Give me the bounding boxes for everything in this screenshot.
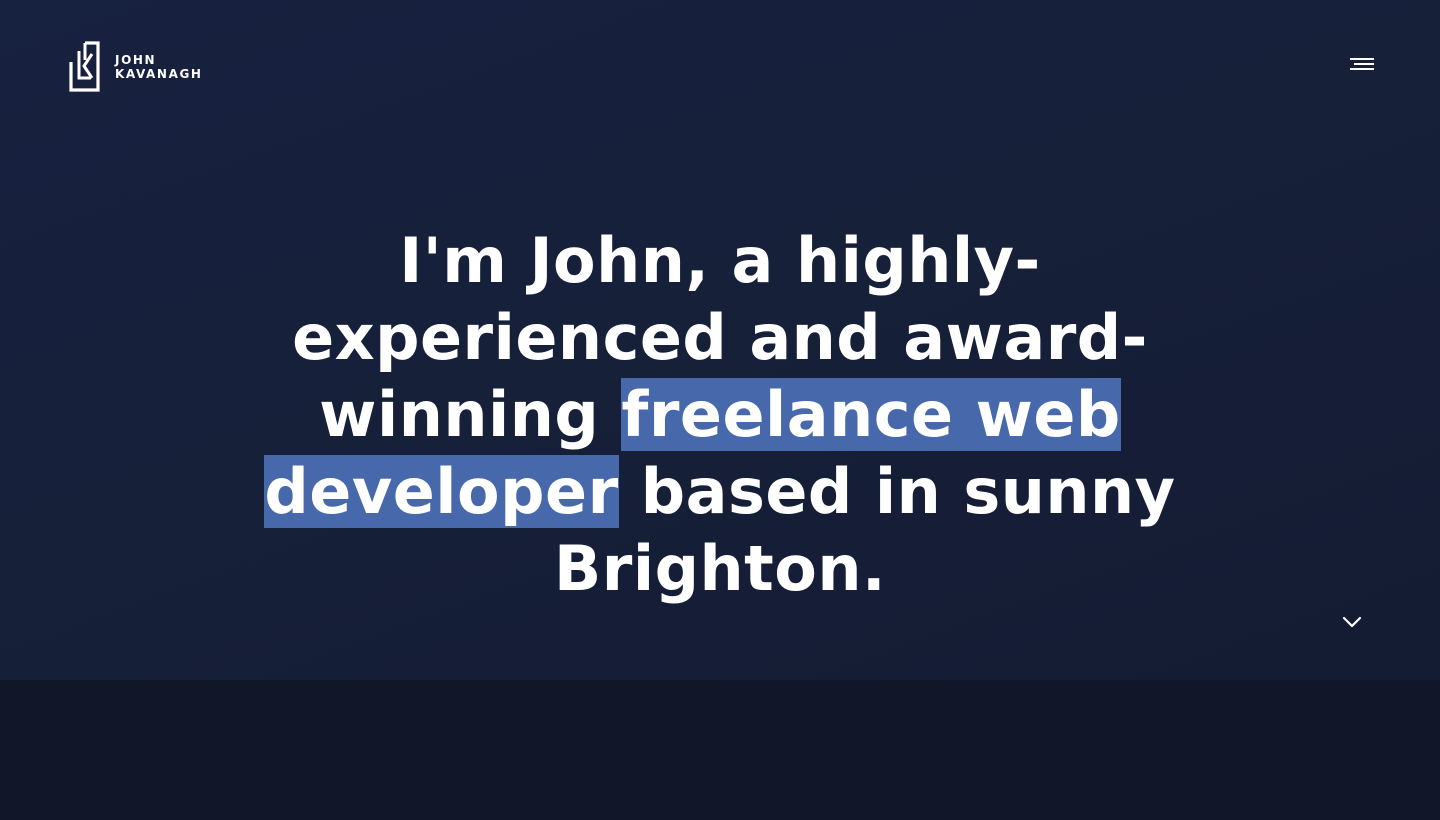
jk-monogram-icon — [69, 41, 100, 92]
scroll-down-button[interactable] — [1338, 608, 1366, 636]
chevron-down-icon — [1342, 616, 1362, 628]
next-section — [0, 680, 1440, 820]
headline-outro: based in sunny Brighton. — [553, 455, 1176, 605]
hamburger-menu-icon — [1350, 58, 1374, 70]
logo-first-name: JOHN — [115, 52, 157, 67]
site-logo-link[interactable]: JOHN KAVANAGH — [68, 40, 203, 93]
hero-headline: I'm John, a highly-experienced and award… — [200, 222, 1240, 607]
logo-last-name: KAVANAGH — [115, 66, 203, 81]
menu-button[interactable] — [1346, 56, 1376, 76]
hero-section: JOHN KAVANAGH I'm John, a highly-experie… — [0, 0, 1440, 680]
logo-text: JOHN KAVANAGH — [115, 53, 203, 81]
